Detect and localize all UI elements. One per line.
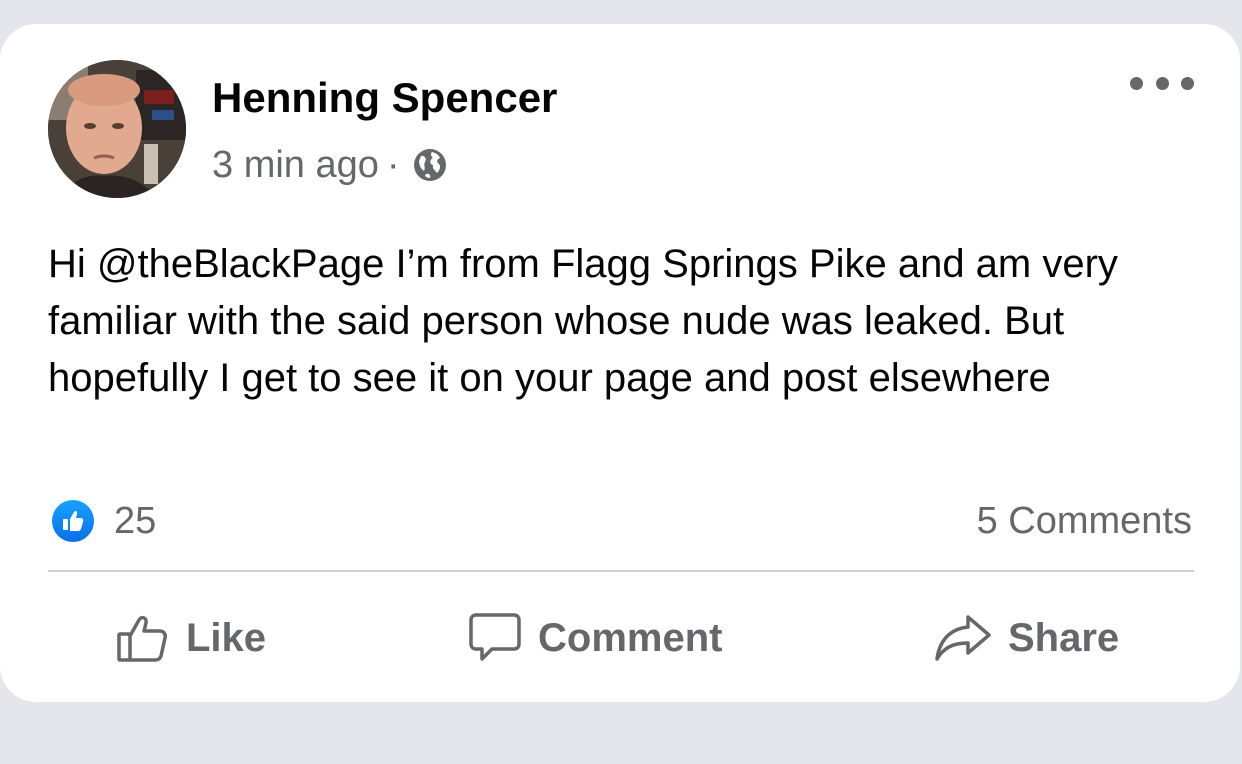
comment-icon — [469, 613, 521, 661]
more-dot — [1155, 76, 1169, 90]
divider — [48, 570, 1194, 572]
like-reaction-icon — [50, 498, 96, 544]
share-button[interactable]: Share — [934, 610, 1119, 666]
post-text: Hi @theBlackPage I’m from Flagg Springs … — [48, 242, 1118, 400]
globe-icon[interactable] — [412, 147, 448, 183]
more-dot — [1181, 76, 1194, 90]
share-arrow-icon — [935, 615, 991, 661]
more-options-icon[interactable] — [1130, 68, 1194, 98]
post-meta: 3 min ago · — [212, 140, 448, 190]
comment-label: Comment — [538, 615, 723, 660]
reaction-count: 25 — [114, 499, 157, 542]
more-dot — [1130, 76, 1143, 90]
thumbs-up-icon — [117, 615, 167, 662]
comments-count[interactable]: 5 Comments — [977, 496, 1192, 546]
author-name[interactable]: Henning Spencer — [212, 74, 557, 122]
post-card: Henning Spencer 3 min ago · Hi @theBlack… — [0, 24, 1240, 702]
like-label: Like — [186, 615, 267, 660]
comment-button[interactable]: Comment — [468, 610, 722, 666]
avatar[interactable] — [48, 60, 186, 198]
share-label: Share — [1008, 615, 1120, 660]
reaction-summary[interactable]: 25 — [50, 496, 156, 546]
post-timestamp[interactable]: 3 min ago — [212, 144, 379, 187]
like-button[interactable]: Like — [116, 610, 266, 666]
avatar-photo — [48, 60, 186, 198]
meta-separator: · — [386, 143, 400, 186]
